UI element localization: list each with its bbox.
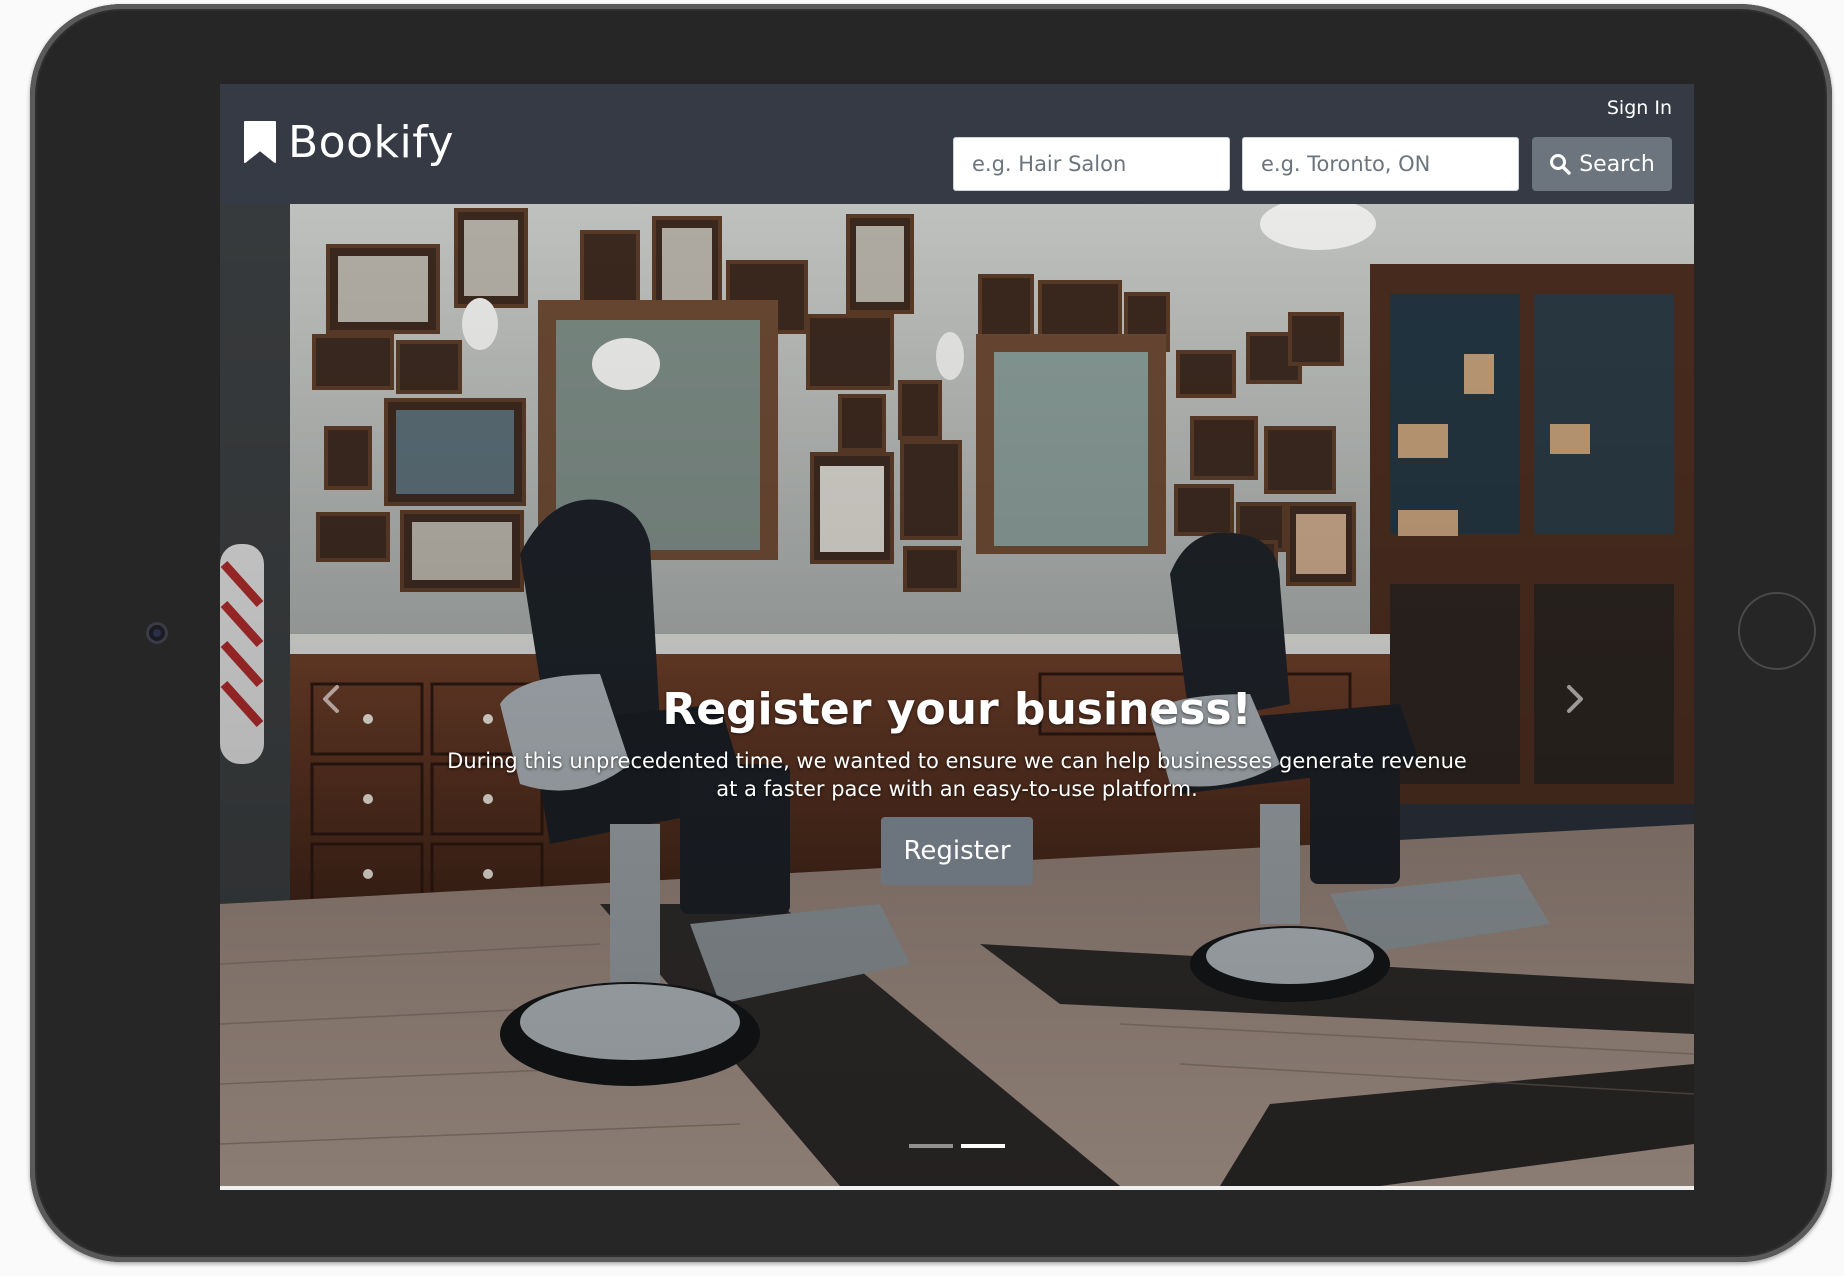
search-button[interactable]: Search bbox=[1532, 137, 1672, 191]
front-camera bbox=[146, 622, 168, 644]
brand-link[interactable]: Bookify bbox=[242, 114, 454, 170]
carousel-indicator-2[interactable] bbox=[961, 1144, 1005, 1148]
screen-bottom-edge bbox=[220, 1186, 1694, 1190]
tablet-frame: Bookify Sign In Search bbox=[30, 4, 1832, 1262]
home-button[interactable] bbox=[1738, 592, 1816, 670]
search-button-label: Search bbox=[1579, 151, 1655, 177]
hero-description: During this unprecedented time, we wante… bbox=[447, 749, 1467, 801]
hero-title: Register your business! bbox=[662, 684, 1252, 735]
screen: Bookify Sign In Search bbox=[220, 84, 1694, 1190]
hero-carousel: Register your business! During this unpr… bbox=[220, 204, 1694, 1186]
service-search-input[interactable] bbox=[953, 137, 1230, 191]
register-button[interactable]: Register bbox=[881, 817, 1033, 885]
sign-in-link[interactable]: Sign In bbox=[1607, 97, 1672, 119]
carousel-indicator-1[interactable] bbox=[909, 1144, 953, 1148]
brand-name: Bookify bbox=[288, 116, 454, 168]
carousel-indicators bbox=[220, 1144, 1694, 1148]
bookmark-icon bbox=[244, 121, 276, 163]
navbar: Bookify Sign In Search bbox=[220, 84, 1694, 204]
location-search-input[interactable] bbox=[1242, 137, 1519, 191]
search-icon bbox=[1550, 154, 1571, 175]
carousel-caption: Register your business! During this unpr… bbox=[220, 684, 1694, 885]
